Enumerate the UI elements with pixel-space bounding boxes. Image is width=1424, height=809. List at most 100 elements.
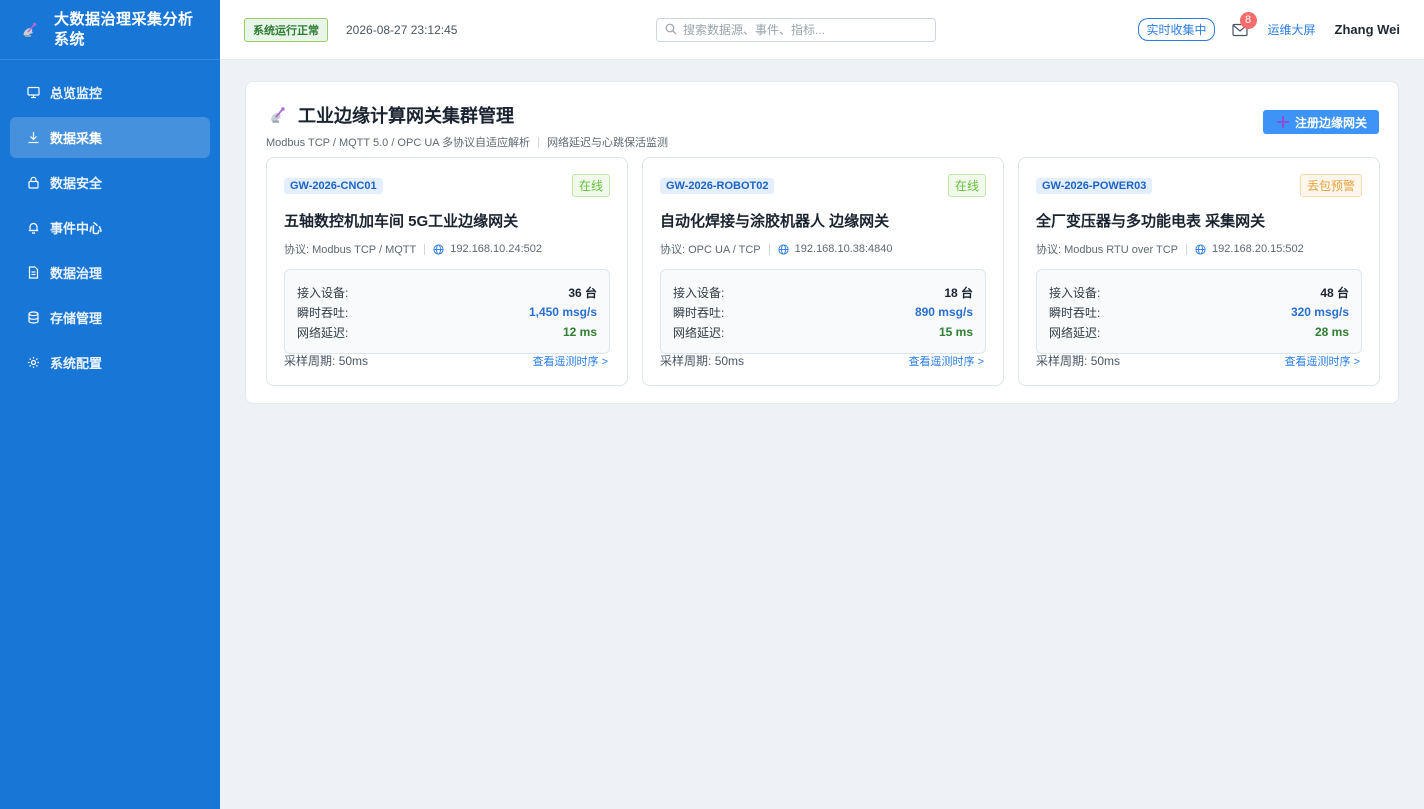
sidebar-item-data-governance[interactable]: 数据治理: [10, 252, 210, 293]
throughput-label: 瞬时吞吐:: [297, 305, 349, 320]
devices-label: 接入设备:: [673, 285, 725, 300]
sidebar-item-label: 存储管理: [50, 311, 103, 326]
gateway-address: 192.168.20.15:502: [1212, 243, 1304, 255]
satellite-icon: [266, 103, 290, 127]
devices-value: 48 台: [1320, 285, 1349, 300]
gateway-address: 192.168.10.24:502: [450, 243, 542, 255]
gateway-protocol: 协议: Modbus TCP / MQTT: [284, 244, 417, 256]
current-datetime: 2026-08-27 23:12:45: [346, 22, 458, 37]
latency-label: 网络延迟:: [673, 325, 725, 340]
status-badge: 在线: [947, 174, 986, 197]
gateway-protocol: 协议: Modbus RTU over TCP: [1036, 244, 1179, 256]
system-status-badge: 系统运行正常: [244, 17, 328, 42]
period-value: 50ms: [338, 354, 369, 368]
monitor-icon: [26, 86, 40, 100]
sidebar-item-data-collection[interactable]: 数据采集: [10, 117, 210, 158]
sidebar-item-storage[interactable]: 存储管理: [10, 297, 210, 338]
monitoring-subtitle: 网络延迟与心跳保活监测: [547, 137, 669, 149]
throughput-value: 320 msg/s: [1290, 305, 1349, 319]
divider: [768, 243, 770, 255]
gateway-cluster-panel: 工业边缘计算网关集群管理 Modbus TCP / MQTT 5.0 / OPC…: [245, 81, 1399, 404]
latency-value: 15 ms: [938, 325, 973, 339]
throughput-value: 890 msg/s: [914, 305, 973, 319]
sidebar-item-label: 数据治理: [50, 266, 103, 281]
view-telemetry-link[interactable]: 查看遥测时序 >: [1285, 353, 1360, 369]
divider: [424, 243, 426, 255]
ops-dashboard-link[interactable]: 运维大屏: [1268, 21, 1316, 38]
plus-icon: [1276, 116, 1289, 128]
devices-label: 接入设备:: [297, 285, 349, 300]
gateway-id: GW-2026-ROBOT02: [660, 177, 775, 194]
sidebar-item-system-config[interactable]: 系统配置: [10, 342, 210, 383]
sidebar-item-event-center[interactable]: 事件中心: [10, 207, 210, 248]
protocol-subtitle: Modbus TCP / MQTT 5.0 / OPC UA 多协议自适应解析: [266, 137, 531, 149]
latency-value: 12 ms: [562, 325, 597, 339]
search-icon: [665, 23, 677, 38]
search-box[interactable]: [656, 18, 936, 42]
period-value: 50ms: [1090, 354, 1121, 368]
search-input[interactable]: [683, 23, 923, 37]
satellite-icon: [20, 19, 40, 41]
gateway-card[interactable]: GW-2026-CNC01 在线 五轴数控机加车间 5G工业边缘网关 协议: M…: [266, 157, 628, 386]
period-label: 采样周期:: [1036, 354, 1088, 368]
throughput-label: 瞬时吞吐:: [673, 305, 725, 320]
gateway-name: 五轴数控机加车间 5G工业边缘网关: [284, 213, 519, 230]
sidebar-item-label: 总览监控: [50, 86, 103, 101]
panel-header: 工业边缘计算网关集群管理 Modbus TCP / MQTT 5.0 / OPC…: [266, 102, 668, 150]
gear-icon: [26, 356, 40, 370]
sampling-period: 采样周期: 50ms: [660, 352, 744, 369]
gateway-stats: 接入设备: 18 台 瞬时吞吐: 890 msg/s 网络延迟: 15 ms: [660, 269, 986, 354]
devices-value: 36 台: [568, 285, 597, 300]
document-icon: [26, 266, 40, 280]
gateway-stats: 接入设备: 36 台 瞬时吞吐: 1,450 msg/s 网络延迟: 12 ms: [284, 269, 610, 354]
user-name[interactable]: Zhang Wei: [1335, 22, 1400, 37]
divider: [538, 136, 540, 148]
gateway-card[interactable]: GW-2026-POWER03 丢包预警 全厂变压器与多功能电表 采集网关 协议…: [1018, 157, 1380, 386]
header-actions: 实时收集中 8 运维大屏 Zhang Wei: [1138, 11, 1400, 41]
gateway-id: GW-2026-POWER03: [1036, 177, 1153, 194]
register-gateway-button[interactable]: 注册边缘网关: [1262, 110, 1379, 134]
sampling-period: 采样周期: 50ms: [284, 352, 368, 369]
devices-value: 18 台: [944, 285, 973, 300]
view-telemetry-link[interactable]: 查看遥测时序 >: [909, 353, 984, 369]
sidebar-item-label: 数据采集: [50, 131, 103, 146]
globe-icon: [1195, 243, 1206, 255]
sidebar-nav: 总览监控 数据采集 数据安全 事件中心 数据治理 存储管理 系统配置: [0, 60, 220, 383]
top-header: 系统运行正常 2026-08-27 23:12:45 实时收集中 8 运维大屏 …: [220, 0, 1424, 60]
gateway-name: 自动化焊接与涂胶机器人 边缘网关: [660, 213, 890, 230]
globe-icon: [778, 243, 789, 255]
mail-button[interactable]: 8: [1231, 11, 1257, 39]
sidebar-item-label: 系统配置: [50, 356, 103, 371]
divider: [1186, 243, 1188, 255]
download-icon: [26, 131, 40, 145]
sidebar: 大数据治理采集分析系统 总览监控 数据采集 数据安全 事件中心 数据治理 存储管…: [0, 0, 220, 809]
page-title: 工业边缘计算网关集群管理: [298, 106, 514, 126]
period-value: 50ms: [714, 354, 745, 368]
devices-label: 接入设备:: [1049, 285, 1101, 300]
sidebar-item-overview[interactable]: 总览监控: [10, 72, 210, 113]
period-label: 采样周期:: [284, 354, 336, 368]
gateway-name: 全厂变压器与多功能电表 采集网关: [1036, 213, 1266, 230]
gateway-id: GW-2026-CNC01: [284, 177, 383, 194]
gateway-card-list: GW-2026-CNC01 在线 五轴数控机加车间 5G工业边缘网关 协议: M…: [266, 157, 1380, 386]
latency-value: 28 ms: [1314, 325, 1349, 339]
brand: 大数据治理采集分析系统: [0, 0, 220, 60]
database-icon: [26, 311, 40, 325]
status-badge: 丢包预警: [1299, 174, 1362, 197]
sidebar-item-label: 数据安全: [50, 176, 103, 191]
gateway-protocol: 协议: OPC UA / TCP: [660, 244, 761, 256]
gateway-stats: 接入设备: 48 台 瞬时吞吐: 320 msg/s 网络延迟: 28 ms: [1036, 269, 1362, 354]
gateway-card[interactable]: GW-2026-ROBOT02 在线 自动化焊接与涂胶机器人 边缘网关 协议: …: [642, 157, 1004, 386]
view-telemetry-link[interactable]: 查看遥测时序 >: [533, 353, 608, 369]
app-title: 大数据治理采集分析系统: [54, 10, 194, 48]
throughput-value: 1,450 msg/s: [528, 305, 597, 319]
sidebar-item-data-security[interactable]: 数据安全: [10, 162, 210, 203]
period-label: 采样周期:: [660, 354, 712, 368]
globe-icon: [433, 243, 444, 255]
status-badge: 在线: [571, 174, 610, 197]
mail-count-badge: 8: [1239, 11, 1257, 29]
sampling-period: 采样周期: 50ms: [1036, 352, 1120, 369]
gateway-address: 192.168.10.38:4840: [794, 243, 893, 255]
register-gateway-label: 注册边缘网关: [1294, 115, 1367, 130]
sidebar-item-label: 事件中心: [50, 221, 103, 236]
